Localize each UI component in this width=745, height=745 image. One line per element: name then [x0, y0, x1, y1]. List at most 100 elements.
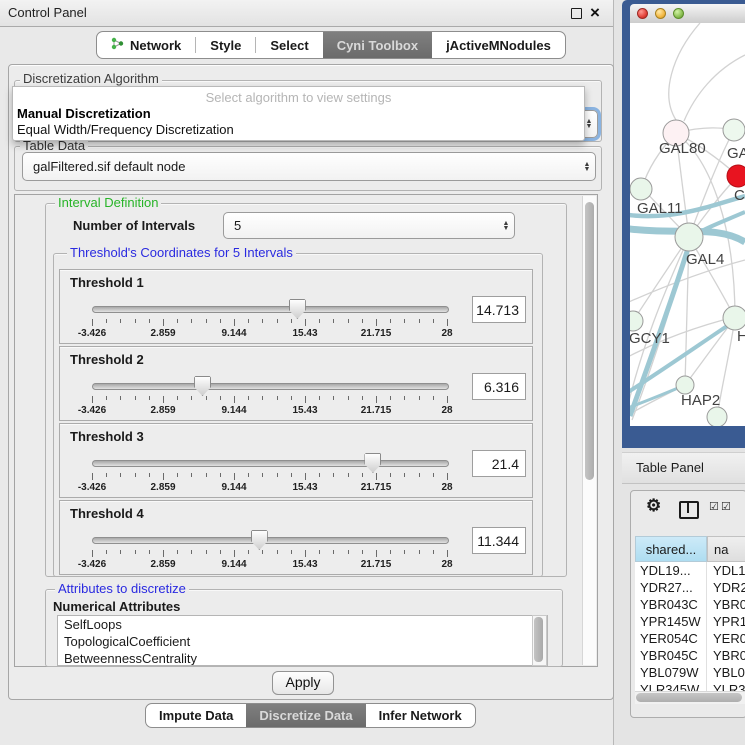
close-traffic-light-icon[interactable] [637, 8, 648, 19]
table-row[interactable]: YBL079WYBL0 [635, 664, 745, 681]
tick-label: 15.43 [292, 328, 317, 339]
cell-name[interactable]: YBL0 [707, 664, 745, 681]
scrollbar-thumb[interactable] [534, 617, 543, 662]
table-row[interactable]: YPR145WYPR1 [635, 613, 745, 630]
attributes-list-scrollbar[interactable] [532, 615, 547, 666]
slider[interactable]: -3.4262.8599.14415.4321.71528 [92, 304, 447, 338]
threshold-box: Threshold 4-3.4262.8599.14415.4321.71528… [59, 500, 533, 575]
dropdown-prompt: Select algorithm to view settings [13, 90, 584, 105]
table-row[interactable]: YBR043CYBR0 [635, 596, 745, 613]
network-canvas[interactable]: GAL80GACGAL11GAL4GCY1HHAP2 [630, 23, 745, 426]
tab-jactivemnodules[interactable]: jActiveMNodules [432, 32, 565, 58]
dropdown-option-equal-width-frequency[interactable]: Equal Width/Frequency Discretization [17, 122, 234, 138]
minimize-traffic-light-icon[interactable] [655, 8, 666, 19]
network-node[interactable] [675, 223, 703, 251]
tab-label: Cyni Toolbox [337, 38, 418, 53]
number-of-intervals-combobox[interactable]: 5 ▲▼ [223, 212, 515, 239]
tab-impute-data[interactable]: Impute Data [146, 704, 246, 727]
slider[interactable]: -3.4262.8599.14415.4321.71528 [92, 381, 447, 415]
tick-label: 21.715 [361, 405, 392, 416]
table-row[interactable]: YBR045CYBR0 [635, 647, 745, 664]
table-row[interactable]: YDL19...YDL1 [635, 562, 745, 579]
slider-handle[interactable] [251, 530, 268, 550]
tab-discretize-data[interactable]: Discretize Data [246, 704, 365, 727]
cell-shared-name[interactable]: YBL079W [635, 664, 707, 681]
close-icon[interactable]: × [590, 2, 600, 24]
network-node[interactable] [630, 311, 643, 331]
network-node[interactable] [630, 178, 652, 200]
column-header-name[interactable]: na [707, 536, 745, 562]
threshold-value-field[interactable]: 14.713 [472, 296, 526, 323]
threshold-box: Threshold 2-3.4262.8599.14415.4321.71528… [59, 346, 533, 421]
threshold-value-field[interactable]: 11.344 [472, 527, 526, 554]
split-columns-icon[interactable] [679, 501, 699, 519]
slider-track[interactable] [92, 306, 449, 313]
cell-shared-name[interactable]: YLR345W [635, 681, 707, 691]
slider-handle[interactable] [194, 376, 211, 396]
tick-label: 9.144 [221, 405, 246, 416]
cell-name[interactable]: YLR3 [707, 681, 745, 691]
network-node[interactable] [723, 306, 745, 330]
threshold-label: Threshold 2 [70, 352, 144, 367]
scrollbar-thumb[interactable] [585, 202, 594, 480]
table-row[interactable]: YDR27...YDR2 [635, 579, 745, 596]
network-node[interactable] [727, 165, 745, 187]
attribute-list-item[interactable]: BetweennessCentrality [58, 650, 547, 666]
tab-style[interactable]: Style [196, 32, 255, 58]
scrollbar-thumb[interactable] [636, 693, 742, 702]
table-row[interactable]: YLR345WYLR3 [635, 681, 745, 691]
attributes-group-title: Attributes to discretize [55, 582, 189, 596]
zoom-traffic-light-icon[interactable] [673, 8, 684, 19]
cell-shared-name[interactable]: YBR043C [635, 596, 707, 613]
table-data-combobox[interactable]: galFiltered.sif default node ▲▼ [22, 152, 596, 181]
tab-cyni-toolbox[interactable]: Cyni Toolbox [323, 32, 432, 58]
dropdown-option-manual-discretization[interactable]: Manual Discretization [17, 106, 151, 122]
attribute-list-item[interactable]: SelfLoops [58, 616, 547, 633]
tab-network[interactable]: Network [97, 32, 195, 58]
column-header-shared-name[interactable]: shared... [635, 536, 707, 562]
slider-handle[interactable] [364, 453, 381, 473]
network-node[interactable] [723, 119, 745, 141]
settings-gear-icon[interactable]: ⚙ [646, 496, 661, 516]
slider-ticks [92, 550, 447, 558]
cell-name[interactable]: YDL1 [707, 562, 745, 579]
slider-track[interactable] [92, 537, 449, 544]
numerical-attributes-list[interactable]: SelfLoopsTopologicalCoefficientBetweenne… [57, 615, 548, 666]
cell-name[interactable]: YBR0 [707, 596, 745, 613]
cell-shared-name[interactable]: YDL19... [635, 562, 707, 579]
threshold-value-field[interactable]: 6.316 [472, 373, 526, 400]
tick-label: 15.43 [292, 405, 317, 416]
cell-shared-name[interactable]: YER054C [635, 630, 707, 647]
slider-tick-labels: -3.4262.8599.14415.4321.71528 [92, 405, 447, 417]
slider-track[interactable] [92, 383, 449, 390]
table-horizontal-scrollbar[interactable] [635, 691, 745, 704]
tab-label: Select [270, 38, 308, 53]
cell-name[interactable]: YBR0 [707, 647, 745, 664]
network-node-label: GAL11 [637, 200, 683, 217]
tab-select[interactable]: Select [256, 32, 322, 58]
apply-button[interactable]: Apply [272, 671, 334, 695]
table-row[interactable]: YER054CYER0 [635, 630, 745, 647]
slider-tick-labels: -3.4262.8599.14415.4321.71528 [92, 328, 447, 340]
tab-infer-network[interactable]: Infer Network [366, 704, 475, 727]
checkbox-icon[interactable]: ☑ [721, 500, 731, 513]
slider[interactable]: -3.4262.8599.14415.4321.71528 [92, 535, 447, 569]
slider[interactable]: -3.4262.8599.14415.4321.71528 [92, 458, 447, 492]
checkbox-icon[interactable]: ☑ [709, 500, 719, 513]
threshold-box: Threshold 1-3.4262.8599.14415.4321.71528… [59, 269, 533, 344]
cell-shared-name[interactable]: YPR145W [635, 613, 707, 630]
cell-name[interactable]: YER0 [707, 630, 745, 647]
cell-name[interactable]: YPR1 [707, 613, 745, 630]
cell-shared-name[interactable]: YBR045C [635, 647, 707, 664]
threshold-value-field[interactable]: 21.4 [472, 450, 526, 477]
cell-name[interactable]: YDR2 [707, 579, 745, 596]
float-window-icon[interactable] [571, 8, 582, 19]
table-data-group-title: Table Data [20, 139, 88, 153]
slider-handle[interactable] [289, 299, 306, 319]
settings-vertical-scrollbar[interactable] [582, 196, 596, 665]
network-node[interactable] [707, 407, 727, 426]
attribute-list-item[interactable]: TopologicalCoefficient [58, 633, 547, 650]
cell-shared-name[interactable]: YDR27... [635, 579, 707, 596]
slider-track[interactable] [92, 460, 449, 467]
slider-ticks [92, 319, 447, 327]
